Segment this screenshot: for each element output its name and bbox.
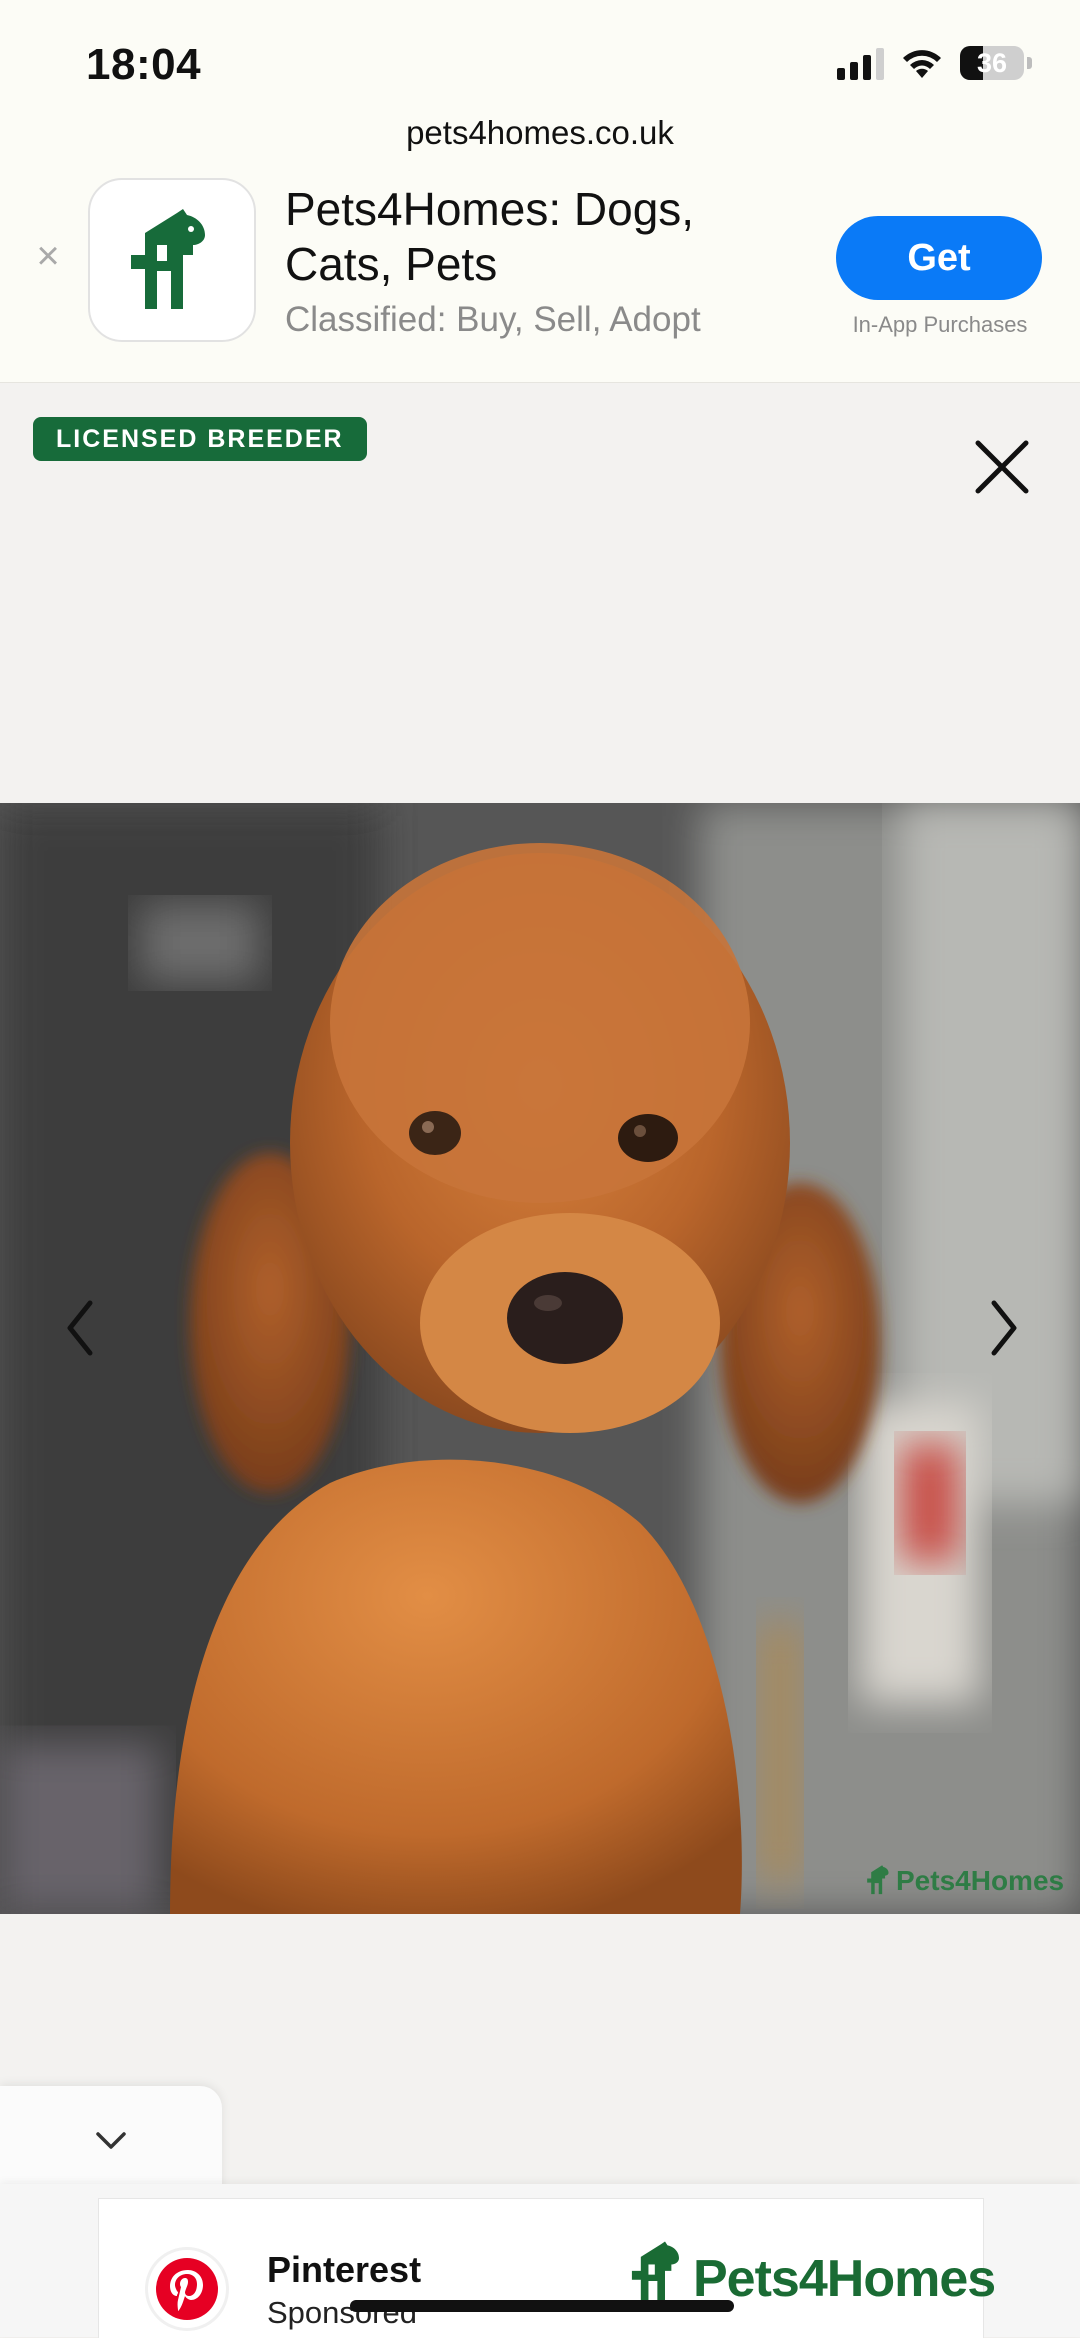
collapse-ad-tab[interactable] bbox=[0, 2086, 222, 2196]
ad-brand-text: Pets4Homes bbox=[693, 2250, 996, 2308]
pets4homes-logo-icon bbox=[131, 209, 205, 309]
pets4homes-watermark: Pets4Homes bbox=[866, 1863, 1064, 1897]
pets4homes-logo-icon bbox=[867, 1865, 889, 1895]
battery-icon: 36 bbox=[960, 46, 1024, 80]
dog-illustration bbox=[0, 803, 1080, 1914]
advertiser-name: Pinterest bbox=[267, 2249, 422, 2290]
app-icon[interactable] bbox=[88, 178, 256, 342]
get-button[interactable]: Get bbox=[836, 216, 1042, 300]
chevron-left-icon[interactable] bbox=[50, 1283, 110, 1373]
ad-card[interactable]: Pinterest Sponsored Pets4Homes bbox=[98, 2198, 996, 2338]
licensed-breeder-badge: LICENSED BREEDER bbox=[33, 417, 367, 461]
status-icons: 36 bbox=[837, 46, 1032, 80]
home-indicator[interactable] bbox=[350, 2300, 734, 2312]
sponsored-ad: Pinterest Sponsored Pets4Homes bbox=[0, 2184, 1080, 2338]
pets4homes-ad-logo: Pets4Homes bbox=[629, 2239, 996, 2309]
close-icon[interactable] bbox=[970, 435, 1034, 499]
pets4homes-logo-icon bbox=[631, 2241, 679, 2306]
pinterest-logo-icon bbox=[145, 2247, 229, 2331]
browser-header: 18:04 36 pets4homes.co.uk bbox=[0, 0, 1080, 179]
url-bar[interactable]: pets4homes.co.uk bbox=[0, 114, 1080, 152]
image-gallery: LICENSED BREEDER Pets4Homes bbox=[0, 383, 1080, 2087]
dog-photo[interactable] bbox=[0, 803, 1080, 1914]
in-app-purchases-label: In-App Purchases bbox=[852, 312, 1028, 337]
chevron-down-icon bbox=[96, 2132, 126, 2149]
battery-level: 36 bbox=[976, 47, 1008, 78]
cellular-signal-icon bbox=[837, 46, 884, 80]
app-title: Pets4Homes: Dogs, Cats, Pets bbox=[285, 183, 695, 290]
smart-app-banner: × Pets4Homes: Dogs, Cats, Pets Classifie… bbox=[0, 178, 1080, 383]
battery-cap bbox=[1027, 57, 1032, 69]
status-time: 18:04 bbox=[86, 40, 202, 89]
watermark-text: Pets4Homes bbox=[896, 1865, 1065, 1896]
app-subtitle: Classified: Buy, Sell, Adopt bbox=[285, 300, 701, 339]
wifi-icon bbox=[900, 46, 944, 80]
chevron-right-icon[interactable] bbox=[974, 1283, 1034, 1373]
close-icon[interactable]: × bbox=[30, 236, 66, 276]
